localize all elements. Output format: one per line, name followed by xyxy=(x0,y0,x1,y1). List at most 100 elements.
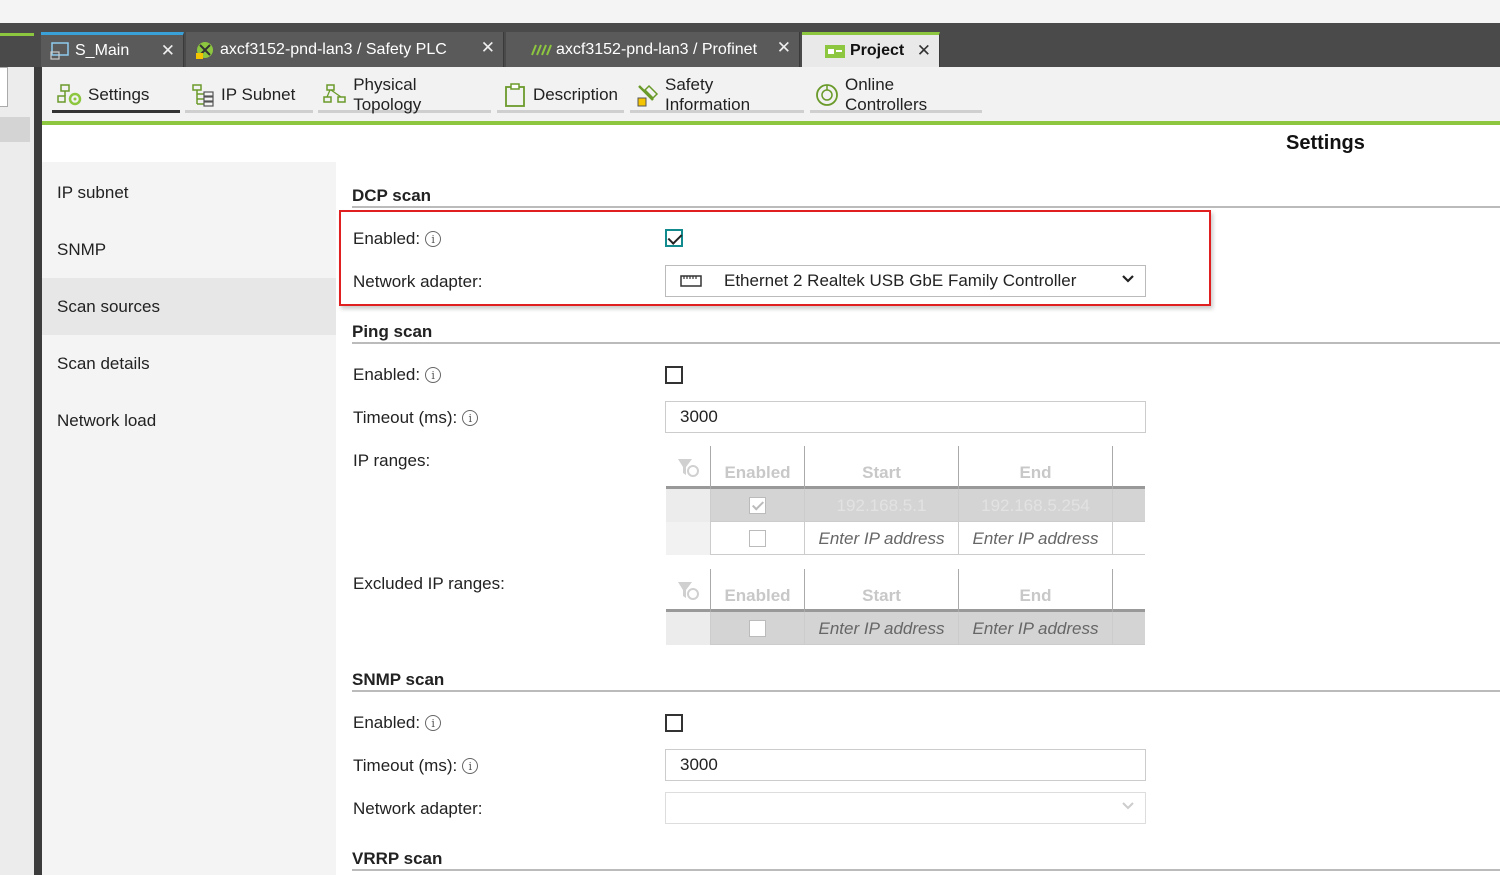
row-end-cell[interactable]: 192.168.5.254 xyxy=(959,489,1113,522)
toolbar-label: Physical Topology xyxy=(353,75,422,114)
row-start-cell[interactable]: Enter IP address xyxy=(805,612,959,645)
row-start-cell[interactable]: Enter IP address xyxy=(805,522,959,555)
page-title: Settings xyxy=(1286,132,1365,154)
table-row[interactable]: Enter IP address Enter IP address xyxy=(666,522,1145,555)
ip-ranges-grid: Enabled Start End 192.168.5.1 192.168.5.… xyxy=(666,446,1145,556)
tab-s-main[interactable]: S_Main ✕ xyxy=(41,32,184,67)
sidenav-item-network-load[interactable]: Network load xyxy=(42,392,336,449)
label-text: Timeout (ms): xyxy=(353,756,458,775)
online-controllers-icon xyxy=(814,82,841,108)
tab-label: axcf3152-pnd-lan3 / Profinet xyxy=(556,40,758,58)
vrrp-scan-heading: VRRP scan xyxy=(352,849,443,868)
row-enabled-cell[interactable] xyxy=(711,612,805,645)
column-header-start[interactable]: Start xyxy=(805,446,959,489)
ping-timeout-label: Timeout (ms): i xyxy=(353,408,479,428)
row-enabled-checkbox[interactable] xyxy=(749,497,766,514)
tab-label: Project xyxy=(850,42,905,59)
ping-scan-heading: Ping scan xyxy=(352,322,433,341)
clear-filter-icon[interactable] xyxy=(666,446,711,489)
highlight-box xyxy=(339,210,1211,306)
section-divider xyxy=(352,690,1500,692)
snmp-scan-heading: SNMP scan xyxy=(352,670,445,689)
toolbar-label: Safety Information xyxy=(665,75,751,114)
row-end-cell[interactable]: Enter IP address xyxy=(959,522,1113,555)
toolbar-description-button[interactable]: Description xyxy=(497,80,624,113)
screen-icon xyxy=(49,41,71,61)
column-header-end[interactable]: End xyxy=(959,446,1113,489)
snmp-enabled-checkbox[interactable] xyxy=(665,714,683,732)
safety-info-icon xyxy=(634,82,661,108)
close-icon[interactable]: ✕ xyxy=(777,38,791,58)
row-selector[interactable] xyxy=(666,522,711,555)
column-header-start[interactable]: Start xyxy=(805,569,959,612)
row-selector[interactable] xyxy=(666,489,711,522)
close-icon[interactable]: ✕ xyxy=(161,41,175,61)
row-start-cell[interactable]: 192.168.5.1 xyxy=(805,489,959,522)
excluded-ip-ranges-grid: Enabled Start End Enter IP address Enter… xyxy=(666,569,1145,645)
close-icon[interactable]: ✕ xyxy=(917,41,931,61)
project-icon xyxy=(824,41,846,61)
tab-project[interactable]: Project ✕ xyxy=(802,32,940,67)
toolbar-label: IP Subnet xyxy=(221,85,296,104)
column-header-enabled[interactable]: Enabled xyxy=(711,569,805,612)
snmp-network-adapter-select[interactable] xyxy=(665,792,1146,824)
title-strip xyxy=(0,0,1500,23)
toolbar-ip-subnet-button[interactable]: IP Subnet xyxy=(185,80,313,113)
row-selector[interactable] xyxy=(666,612,711,645)
row-enabled-checkbox[interactable] xyxy=(749,530,766,547)
row-enabled-checkbox[interactable] xyxy=(749,620,766,637)
left-panel-selection xyxy=(0,117,30,142)
info-icon[interactable]: i xyxy=(462,758,479,774)
row-enabled-cell[interactable] xyxy=(711,489,805,522)
panel-divider[interactable] xyxy=(34,67,42,875)
snmp-timeout-label: Timeout (ms): i xyxy=(353,756,479,776)
column-header-enabled[interactable]: Enabled xyxy=(711,446,805,489)
toolbar-physical-topology-button[interactable]: Physical Topology xyxy=(318,75,491,114)
sidenav-item-scan-details[interactable]: Scan details xyxy=(42,335,336,392)
tab-safety-plc[interactable]: axcf3152-pnd-lan3 / Safety PLC ✕ xyxy=(186,32,504,67)
row-end-cell[interactable]: Enter IP address xyxy=(959,612,1113,645)
toolbar-accent-line xyxy=(42,121,1500,125)
snmp-enabled-label: Enabled: i xyxy=(353,713,442,733)
dcp-scan-heading: DCP scan xyxy=(352,186,432,205)
safety-plc-icon xyxy=(194,40,216,60)
tab-label: S_Main xyxy=(75,42,130,59)
ping-enabled-label: Enabled: i xyxy=(353,365,442,385)
ping-timeout-input[interactable]: 3000 xyxy=(665,401,1146,433)
ping-enabled-checkbox[interactable] xyxy=(665,366,683,384)
section-divider xyxy=(352,342,1500,344)
clear-filter-icon[interactable] xyxy=(666,569,711,612)
info-icon[interactable]: i xyxy=(425,715,442,731)
label-text: Enabled: xyxy=(353,365,421,384)
ip-subnet-icon xyxy=(189,82,217,108)
excluded-ip-ranges-label: Excluded IP ranges: xyxy=(353,574,505,593)
toolbar-settings-button[interactable]: Settings xyxy=(52,80,180,113)
section-divider xyxy=(352,206,1500,208)
snmp-adapter-label: Network adapter: xyxy=(353,799,483,818)
toolbar-online-controllers-button[interactable]: Online Controllers xyxy=(810,75,982,114)
toolbar-label: Description xyxy=(532,85,618,104)
toolbar-label: Settings xyxy=(88,85,150,104)
toolbar-label: Online Controllers xyxy=(844,75,928,114)
label-text: Timeout (ms): xyxy=(353,408,458,427)
chevron-down-icon[interactable] xyxy=(1121,799,1135,813)
row-enabled-cell[interactable] xyxy=(711,522,805,555)
tab-label: axcf3152-pnd-lan3 / Safety PLC xyxy=(220,40,447,58)
table-row[interactable]: 192.168.5.1 192.168.5.254 xyxy=(666,489,1145,522)
left-panel-field[interactable] xyxy=(0,67,8,107)
snmp-timeout-input[interactable]: 3000 xyxy=(665,749,1146,781)
close-icon[interactable]: ✕ xyxy=(481,38,495,58)
left-panel xyxy=(0,67,34,875)
tab-profinet[interactable]: axcf3152-pnd-lan3 / Profinet ✕ xyxy=(506,32,800,67)
info-icon[interactable]: i xyxy=(425,367,442,383)
column-header-end[interactable]: End xyxy=(959,569,1113,612)
grid-header: Enabled Start End xyxy=(666,569,1145,612)
sidenav-item-ip-subnet[interactable]: IP subnet xyxy=(42,164,336,221)
section-divider xyxy=(352,869,1500,871)
table-row[interactable]: Enter IP address Enter IP address xyxy=(666,612,1145,645)
sidenav-item-snmp[interactable]: SNMP xyxy=(42,221,336,278)
info-icon[interactable]: i xyxy=(462,410,479,426)
toolbar-safety-information-button[interactable]: Safety Information xyxy=(630,75,804,114)
sidenav-item-scan-sources[interactable]: Scan sources xyxy=(42,278,336,335)
topology-icon xyxy=(322,82,349,108)
